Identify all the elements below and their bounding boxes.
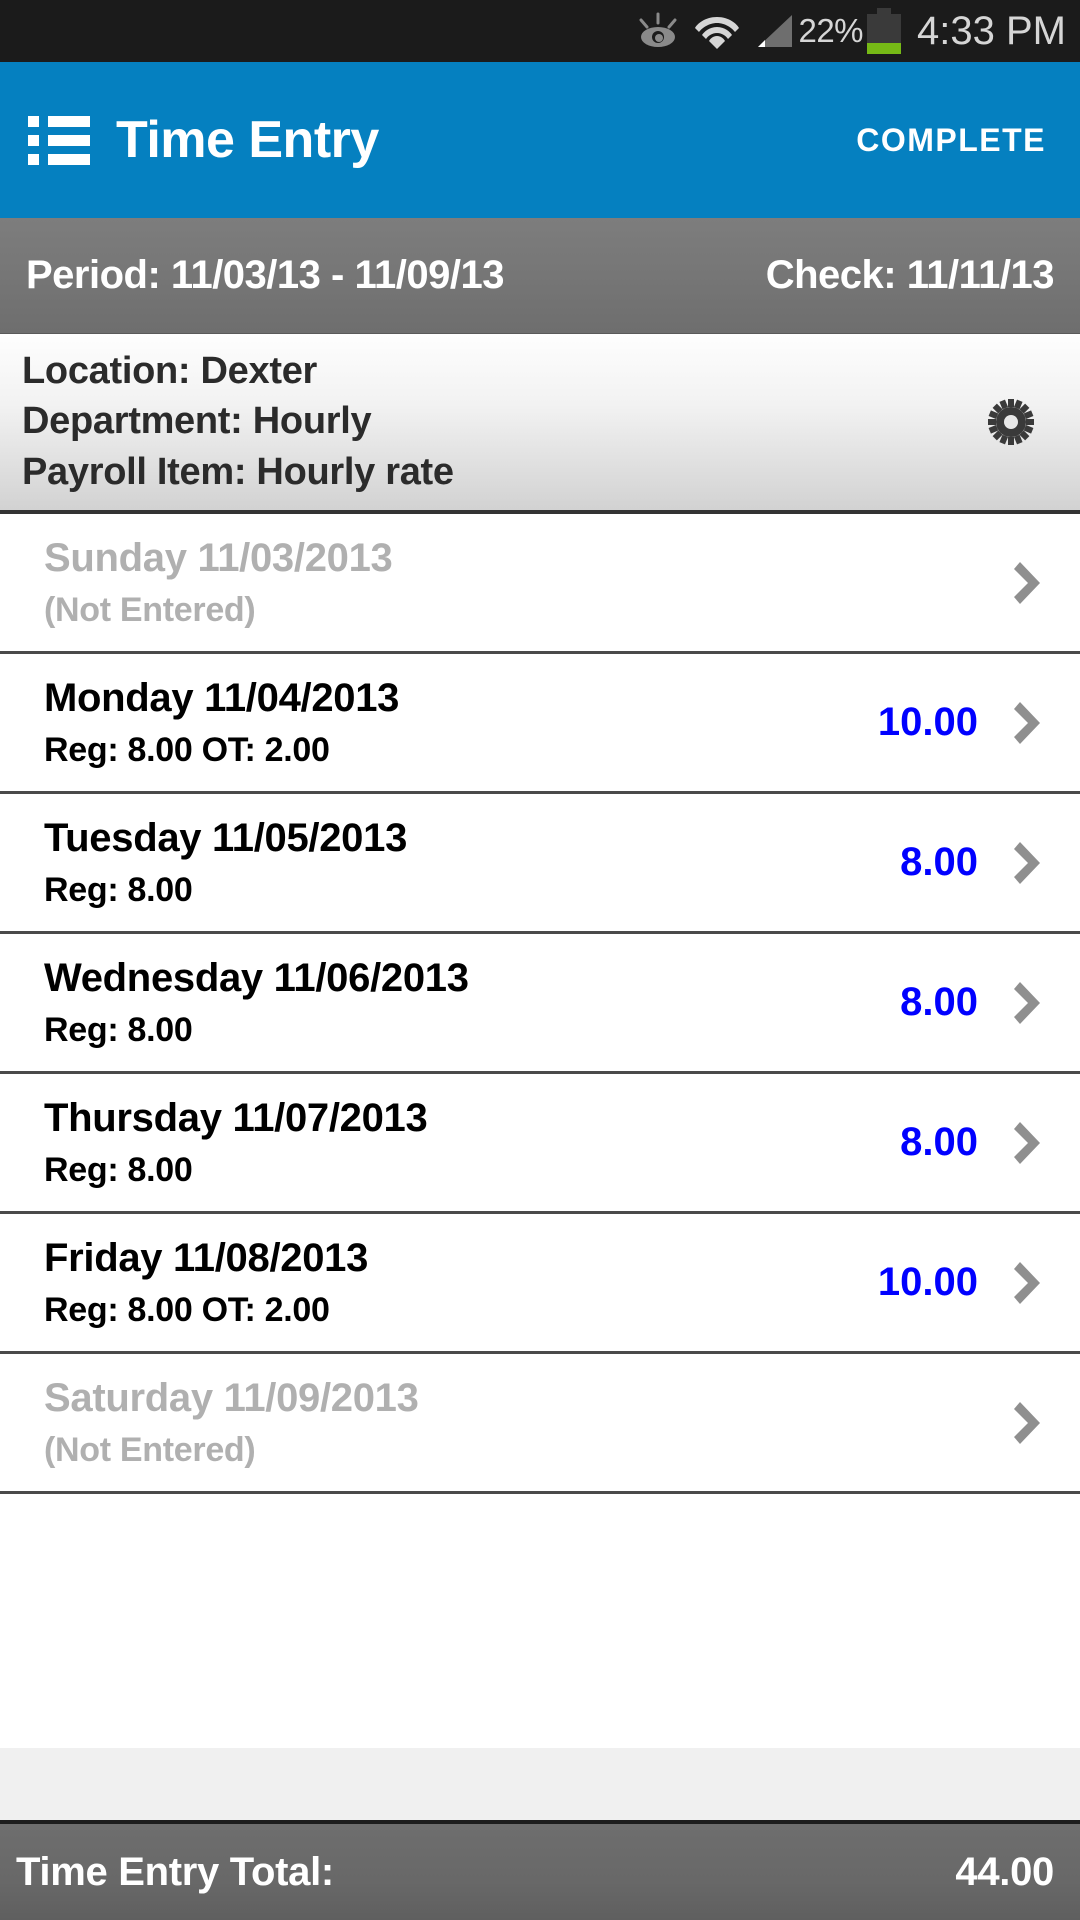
table-row[interactable]: Friday 11/08/2013 Reg: 8.00 OT: 2.00 10.… bbox=[0, 1214, 1080, 1354]
total-label: Time Entry Total: bbox=[16, 1849, 334, 1894]
total-value: 44.00 bbox=[955, 1849, 1054, 1894]
day-amount: 10.00 bbox=[877, 1260, 978, 1304]
day-subtitle: (Not Entered) bbox=[44, 1430, 256, 1469]
battery-icon bbox=[867, 8, 902, 54]
day-title: Sunday 11/03/2013 bbox=[44, 535, 393, 580]
day-title: Saturday 11/09/2013 bbox=[44, 1375, 419, 1420]
period-bar: Period: 11/03/13 - 11/09/13 Check: 11/11… bbox=[0, 218, 1080, 334]
location-label: Location: Dexter bbox=[22, 349, 318, 392]
chevron-right-icon bbox=[1012, 557, 1046, 609]
chevron-right-icon bbox=[1012, 1117, 1046, 1169]
chevron-right-icon bbox=[1012, 977, 1046, 1029]
department-label: Department: Hourly bbox=[22, 400, 372, 443]
day-row-texts: Tuesday 11/05/2013 Reg: 8.00 bbox=[44, 816, 858, 910]
day-subtitle: Reg: 8.00 OT: 2.00 bbox=[44, 1290, 330, 1329]
complete-button[interactable]: COMPLETE bbox=[844, 108, 1058, 173]
day-row-texts: Monday 11/04/2013 Reg: 8.00 OT: 2.00 bbox=[44, 676, 858, 770]
table-row[interactable]: Saturday 11/09/2013 (Not Entered) bbox=[0, 1354, 1080, 1494]
day-amount: 8.00 bbox=[900, 840, 978, 884]
table-row[interactable]: Tuesday 11/05/2013 Reg: 8.00 8.00 bbox=[0, 794, 1080, 934]
cell-signal-icon bbox=[752, 11, 794, 51]
day-amount: 8.00 bbox=[900, 980, 978, 1024]
list-empty-filler bbox=[0, 1748, 1080, 1824]
day-subtitle: Reg: 8.00 bbox=[44, 870, 193, 909]
total-bar: Time Entry Total: 44.00 bbox=[0, 1824, 1080, 1920]
day-title: Wednesday 11/06/2013 bbox=[44, 955, 469, 1000]
gear-icon[interactable] bbox=[988, 399, 1034, 445]
status-bar: 22% 4:33 PM bbox=[0, 0, 1080, 62]
table-row[interactable]: Monday 11/04/2013 Reg: 8.00 OT: 2.00 10.… bbox=[0, 654, 1080, 794]
period-label: Period: 11/03/13 - 11/09/13 bbox=[26, 253, 504, 297]
table-row[interactable]: Sunday 11/03/2013 (Not Entered) bbox=[0, 514, 1080, 654]
payroll-item-label: Payroll Item: Hourly rate bbox=[22, 450, 454, 493]
status-bar-clock: 4:33 PM bbox=[917, 8, 1066, 53]
day-row-texts: Thursday 11/07/2013 Reg: 8.00 bbox=[44, 1096, 858, 1190]
day-subtitle: Reg: 8.00 OT: 2.00 bbox=[44, 730, 330, 769]
table-row[interactable]: Wednesday 11/06/2013 Reg: 8.00 8.00 bbox=[0, 934, 1080, 1074]
day-amount: 8.00 bbox=[900, 1120, 978, 1164]
chevron-right-icon bbox=[1012, 1397, 1046, 1449]
day-row-texts: Friday 11/08/2013 Reg: 8.00 OT: 2.00 bbox=[44, 1236, 858, 1330]
day-subtitle: Reg: 8.00 bbox=[44, 1010, 193, 1049]
job-info-lines: Location: Dexter Department: Hourly Payr… bbox=[22, 349, 988, 496]
day-subtitle: Reg: 8.00 bbox=[44, 1150, 193, 1189]
chevron-right-icon bbox=[1012, 837, 1046, 889]
page-title: Time Entry bbox=[116, 111, 379, 169]
day-row-texts: Wednesday 11/06/2013 Reg: 8.00 bbox=[44, 956, 858, 1050]
day-title: Monday 11/04/2013 bbox=[44, 675, 400, 720]
phone-screen: 22% 4:33 PM Time Entry COMPLETE Period: … bbox=[0, 0, 1080, 1920]
wifi-icon bbox=[694, 11, 740, 51]
job-info-panel[interactable]: Location: Dexter Department: Hourly Payr… bbox=[0, 334, 1080, 514]
day-title: Thursday 11/07/2013 bbox=[44, 1095, 428, 1140]
day-list: Sunday 11/03/2013 (Not Entered) Monday 1… bbox=[0, 514, 1080, 1748]
day-amount: 10.00 bbox=[877, 700, 978, 744]
action-bar: Time Entry COMPLETE bbox=[0, 62, 1080, 218]
battery-percent-label: 22% bbox=[798, 12, 864, 49]
chevron-right-icon bbox=[1012, 1257, 1046, 1309]
table-row[interactable]: Thursday 11/07/2013 Reg: 8.00 8.00 bbox=[0, 1074, 1080, 1214]
day-subtitle: (Not Entered) bbox=[44, 590, 256, 629]
check-date-label: Check: 11/11/13 bbox=[765, 253, 1055, 297]
list-menu-icon[interactable] bbox=[28, 115, 90, 165]
smart-stay-eye-icon bbox=[632, 11, 684, 51]
day-title: Friday 11/08/2013 bbox=[44, 1235, 369, 1280]
day-title: Tuesday 11/05/2013 bbox=[44, 815, 408, 860]
chevron-right-icon bbox=[1012, 697, 1046, 749]
day-row-texts: Saturday 11/09/2013 (Not Entered) bbox=[44, 1376, 858, 1470]
day-row-texts: Sunday 11/03/2013 (Not Entered) bbox=[44, 536, 858, 630]
